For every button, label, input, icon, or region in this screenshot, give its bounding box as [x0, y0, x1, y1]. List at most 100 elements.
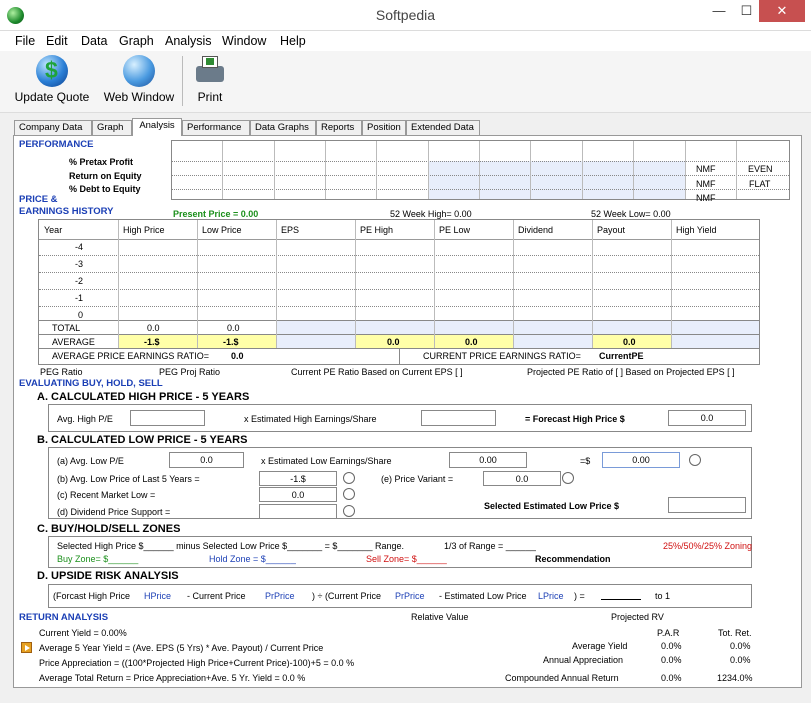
- web-window-label: Web Window: [103, 90, 175, 104]
- perf-trend-1: EVEN: [748, 164, 773, 174]
- year-row: -4: [75, 242, 84, 252]
- history-heading-2: EARNINGS HISTORY: [19, 206, 114, 217]
- tab-company-data[interactable]: Company Data: [14, 120, 92, 135]
- radio-low-d[interactable]: [343, 505, 355, 517]
- update-quote-button[interactable]: $ Update Quote: [14, 55, 90, 104]
- menu-data[interactable]: Data: [81, 34, 107, 48]
- recent-market-low-input[interactable]: 0.0: [259, 487, 337, 502]
- tot-ret-label: Tot. Ret.: [718, 628, 752, 638]
- close-eq-label: ) =: [574, 591, 585, 601]
- tab-extended-data[interactable]: Extended Data: [406, 120, 480, 135]
- hprice-value: HPrice: [144, 591, 172, 601]
- menu-window[interactable]: Window: [222, 34, 266, 48]
- relative-value-label: Relative Value: [411, 612, 469, 622]
- est-low-earnings-input[interactable]: 0.00: [449, 452, 527, 468]
- year-row: -3: [75, 259, 84, 269]
- selected-low-input[interactable]: [668, 497, 746, 513]
- section-c-title: C. BUY/HOLD/SELL ZONES: [37, 523, 181, 535]
- forecast-high-label: = Forecast High Price $: [525, 414, 625, 424]
- hold-zone: Hold Zone = $______: [209, 554, 296, 564]
- radio-low-a[interactable]: [689, 454, 701, 466]
- menu-edit[interactable]: Edit: [46, 34, 68, 48]
- section-b-box: (a) Avg. Low P/E 0.0 x Estimated Low Ear…: [48, 447, 752, 519]
- toolbar-separator: [182, 56, 183, 106]
- dividend-support-input[interactable]: [259, 504, 337, 519]
- tab-data-graphs[interactable]: Data Graphs: [250, 120, 316, 135]
- menu-help[interactable]: Help: [280, 34, 306, 48]
- tab-reports[interactable]: Reports: [316, 120, 362, 135]
- price-variant-input[interactable]: 0.0: [483, 471, 561, 486]
- forcast-high-label: (Forcast High Price: [53, 591, 131, 601]
- tab-position[interactable]: Position: [362, 120, 406, 135]
- maximize-button[interactable]: ☐: [734, 0, 759, 22]
- eq-dollar-label: =$: [580, 456, 591, 466]
- avg-low-pe-input[interactable]: 0.0: [169, 452, 244, 468]
- update-quote-label: Update Quote: [14, 90, 90, 104]
- dollar-globe-icon: $: [36, 55, 68, 87]
- to1-label: to 1: [655, 591, 671, 601]
- avg-high-pe-input[interactable]: [130, 410, 205, 426]
- cur-pe-ratio-value: CurrentPE: [599, 351, 644, 361]
- annual-app-tot: 0.0%: [730, 655, 751, 665]
- perf-row-roe: Return on Equity: [69, 171, 142, 181]
- web-globe-icon: [123, 55, 155, 87]
- total-low: 0.0: [227, 323, 240, 333]
- menu-analysis[interactable]: Analysis: [165, 34, 212, 48]
- printer-icon: [194, 56, 226, 86]
- cur-pe-note: Current PE Ratio Based on Current EPS [ …: [291, 367, 463, 377]
- menu-file[interactable]: File: [15, 34, 35, 48]
- perf-nmf-3: NMF: [696, 193, 716, 203]
- avg-yield-par: 0.0%: [661, 641, 682, 651]
- total-high: 0.0: [147, 323, 160, 333]
- print-button[interactable]: Print: [192, 55, 228, 104]
- minus-est-low-label: - Estimated Low Price: [439, 591, 527, 601]
- avg-low: -1.$: [223, 337, 239, 347]
- recommendation-label: Recommendation: [535, 554, 611, 564]
- perf-nmf-2: NMF: [696, 179, 716, 189]
- low-price-result-input[interactable]: 0.00: [602, 452, 680, 468]
- expand-arrow-icon[interactable]: [21, 642, 32, 653]
- forecast-high-input[interactable]: 0.0: [668, 410, 746, 426]
- avg-high: -1.$: [144, 337, 160, 347]
- performance-heading: PERFORMANCE: [19, 139, 94, 150]
- close-button[interactable]: ✕: [759, 0, 805, 22]
- minus-current-label: - Current Price: [187, 591, 246, 601]
- tab-analysis[interactable]: Analysis: [132, 118, 182, 136]
- col-pe-high: PE High: [360, 225, 394, 235]
- radio-low-e[interactable]: [562, 472, 574, 484]
- avg-payout: 0.0: [623, 337, 636, 347]
- risk-result-line: [601, 599, 641, 600]
- selected-low-label: Selected Estimated Low Price $: [484, 501, 620, 511]
- est-high-earnings-input[interactable]: [421, 410, 496, 426]
- annual-appreciation-label: Annual Appreciation: [543, 655, 624, 665]
- avg-low-price-input[interactable]: -1.$: [259, 471, 337, 486]
- tab-performance[interactable]: Performance: [182, 120, 250, 135]
- menu-graph[interactable]: Graph: [119, 34, 154, 48]
- web-window-button[interactable]: Web Window: [101, 55, 177, 104]
- col-payout: Payout: [597, 225, 626, 235]
- present-price: Present Price = 0.00: [173, 209, 259, 219]
- window-title: Softpedia: [375, 7, 436, 23]
- tab-graph[interactable]: Graph: [92, 120, 132, 135]
- compounded-tot: 1234.0%: [717, 673, 753, 683]
- section-a-box: Avg. High P/E x Estimated High Earnings/…: [48, 404, 752, 432]
- proj-pe-note: Projected PE Ratio of [ ] Based on Proje…: [527, 367, 735, 377]
- compounded-annual-label: Compounded Annual Return: [505, 673, 619, 683]
- avg-high-pe-label: Avg. High P/E: [57, 414, 113, 424]
- section-b-title: B. CALCULATED LOW PRICE - 5 YEARS: [37, 434, 248, 446]
- avg-pe-low: 0.0: [465, 337, 478, 347]
- par-label: P.A.R: [657, 628, 680, 638]
- compounded-par: 0.0%: [661, 673, 682, 683]
- radio-low-c[interactable]: [343, 488, 355, 500]
- minimize-button[interactable]: —: [704, 0, 734, 22]
- col-dividend: Dividend: [518, 225, 554, 235]
- avg-low-price-label: (b) Avg. Low Price of Last 5 Years =: [57, 474, 200, 484]
- est-low-earnings-label: x Estimated Low Earnings/Share: [261, 456, 392, 466]
- price-appreciation: Price Appreciation = ((100*Projected Hig…: [39, 658, 355, 668]
- print-label: Print: [197, 90, 223, 104]
- radio-low-b[interactable]: [343, 472, 355, 484]
- return-heading: RETURN ANALYSIS: [19, 612, 109, 623]
- prprice-value-1: PrPrice: [265, 591, 295, 601]
- price-variant-label: (e) Price Variant =: [381, 474, 454, 484]
- history-heading-1: PRICE &: [19, 194, 58, 205]
